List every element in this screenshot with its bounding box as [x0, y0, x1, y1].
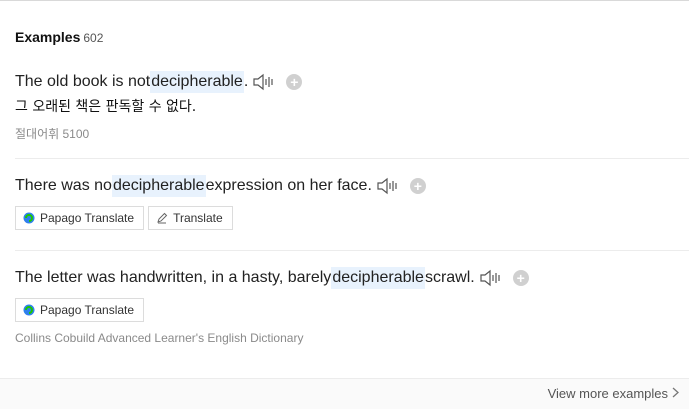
translate-buttons: Papago Translate	[15, 298, 689, 322]
example-item: There was no decipherable expression on …	[15, 175, 689, 230]
speaker-icon[interactable]	[376, 176, 400, 196]
add-icon[interactable]: +	[512, 270, 529, 286]
sentence-text: The letter was handwritten, in a hasty, …	[15, 269, 332, 286]
view-more-link[interactable]: View more examples	[548, 386, 679, 401]
translate-buttons: Papago Translate Translate	[15, 206, 689, 230]
sentence-text: The old book is not	[15, 73, 151, 90]
example-source: Collins Cobuild Advanced Learner's Engli…	[15, 331, 304, 345]
top-divider	[0, 0, 689, 1]
speaker-icon[interactable]	[252, 72, 276, 92]
example-source: 절대어휘 5100	[15, 127, 90, 141]
button-label: Translate	[173, 211, 223, 225]
papago-icon	[23, 212, 35, 224]
add-icon[interactable]: +	[409, 178, 426, 194]
view-more-label: View more examples	[547, 386, 668, 401]
speaker-icon[interactable]	[479, 268, 503, 288]
example-sentence: There was no decipherable expression on …	[15, 175, 689, 197]
papago-translate-button[interactable]: Papago Translate	[15, 206, 145, 230]
example-item: The old book is not decipherable. + 그 오래…	[15, 71, 689, 142]
chevron-right-icon	[672, 386, 679, 401]
examples-title: Examples	[15, 29, 81, 45]
example-sentence: The old book is not decipherable. +	[15, 71, 689, 93]
example-divider	[15, 158, 689, 159]
example-translation: 그 오래된 책은 판독할 수 없다.	[15, 99, 197, 115]
pen-icon	[156, 212, 168, 224]
highlighted-word[interactable]: decipherable	[331, 267, 425, 289]
sentence-text: .	[243, 73, 249, 90]
sentence-text: scrawl.	[424, 269, 475, 286]
highlighted-word[interactable]: decipherable	[111, 175, 206, 197]
sentence-text: There was no	[15, 177, 112, 194]
example-sentence: The letter was handwritten, in a hasty, …	[15, 267, 689, 289]
button-label: Papago Translate	[40, 303, 135, 317]
papago-icon	[23, 304, 35, 316]
example-item: The letter was handwritten, in a hasty, …	[15, 267, 689, 345]
examples-count: 602	[83, 31, 104, 45]
sentence-text: expression on her face.	[205, 177, 372, 194]
translate-button[interactable]: Translate	[148, 206, 233, 230]
papago-translate-button[interactable]: Papago Translate	[15, 298, 145, 322]
button-label: Papago Translate	[40, 211, 135, 225]
examples-header: Examples 602	[15, 29, 103, 47]
highlighted-word[interactable]: decipherable	[150, 71, 244, 93]
add-icon[interactable]: +	[286, 74, 303, 90]
example-divider	[15, 250, 689, 251]
